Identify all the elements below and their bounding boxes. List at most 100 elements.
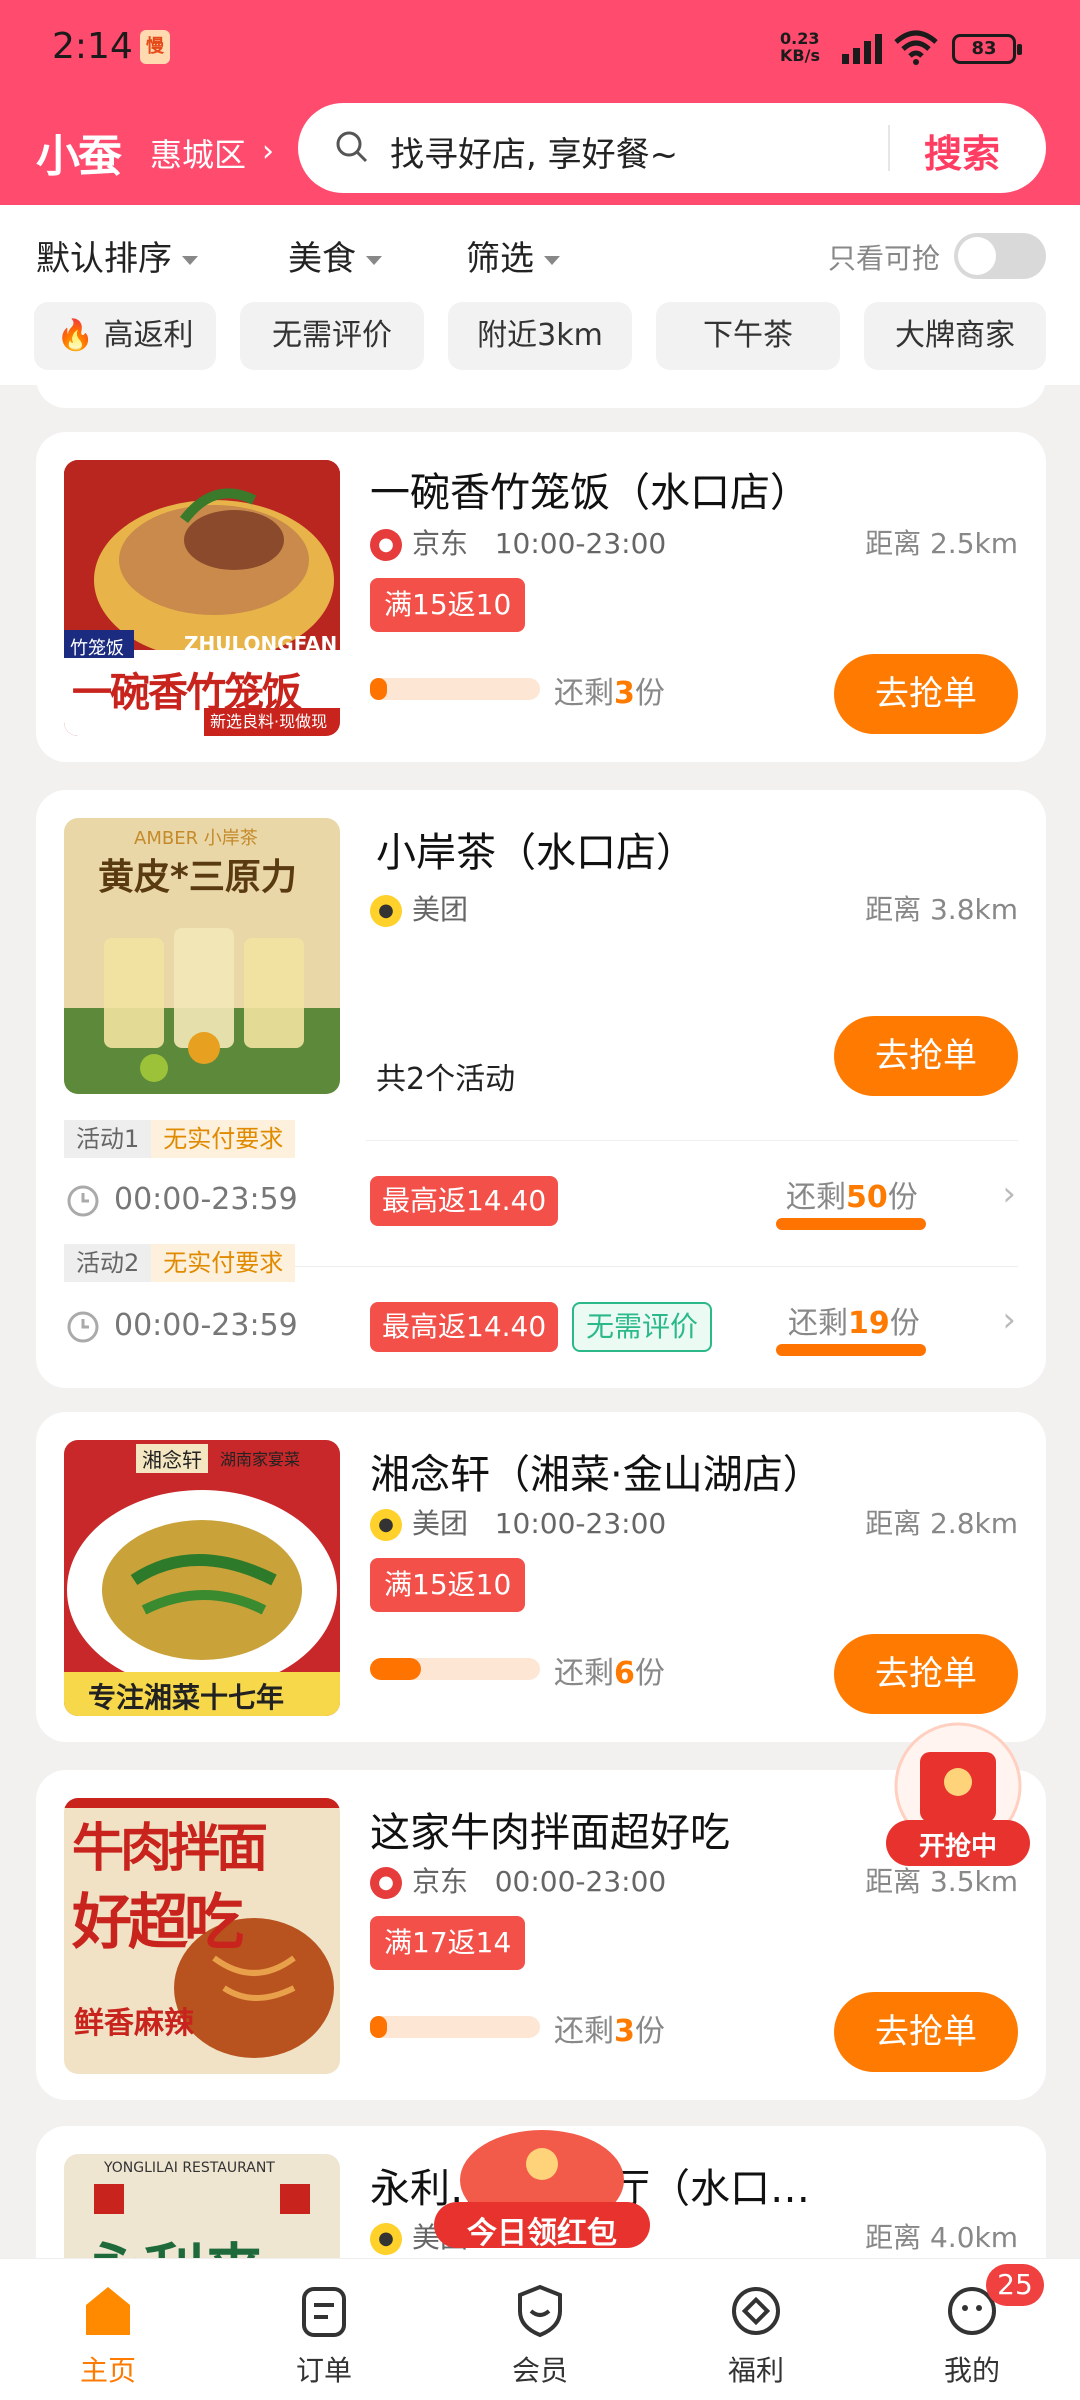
app-screen: 2:14 慢 0.23 KB/s 83 小蚕 惠城区 › 找寻好店, 享好餐~ …: [0, 0, 1080, 2400]
thumb-brand: 湘念轩: [136, 1444, 208, 1473]
status-bar: 2:14 慢 0.23 KB/s 83: [0, 0, 1080, 95]
app-notification-icon: 慢: [140, 30, 170, 64]
activity-progress: [776, 1218, 926, 1230]
chevron-right-icon[interactable]: ›: [1002, 1300, 1016, 1340]
net-speed: 0.23 KB/s: [780, 30, 820, 64]
nav-label: 福利: [727, 2354, 784, 2387]
stock-progress-bar: [370, 2016, 540, 2038]
activity-requirement: 无实付要求: [151, 1244, 296, 1282]
activity-header: 活动2 无实付要求: [64, 1244, 296, 1282]
store-card[interactable]: 湘念轩 湖南家宴菜 专注湘菜十七年 湘念轩（湘菜·金山湖店） ● 美团 10:00…: [36, 1412, 1046, 1742]
activity-hours: 00:00-23:59: [114, 1182, 298, 1217]
daily-redpacket-label: 今日领红包: [467, 2216, 617, 2251]
category-dropdown[interactable]: 美食: [288, 231, 382, 280]
nav-welfare[interactable]: 福利: [648, 2259, 864, 2400]
activity-remaining: 还剩19份: [788, 1298, 920, 1342]
thumb-brand: ZHULONGFAN: [184, 632, 338, 656]
thumb-sub: 湖南家宴菜: [220, 1450, 301, 1469]
activity-header: 活动1 无实付要求: [64, 1120, 296, 1158]
stock-remaining: 还剩3份: [554, 2006, 665, 2050]
nav-member[interactable]: 会员: [432, 2259, 648, 2400]
thumb-slogan: 专注湘菜十七年: [88, 1681, 285, 1714]
top-header: 2:14 慢 0.23 KB/s 83 小蚕 惠城区 › 找寻好店, 享好餐~ …: [0, 0, 1080, 205]
store-name: 湘念轩（湘菜·金山湖店）: [370, 1452, 823, 1498]
store-name: 一碗香竹笼饭（水口店）: [370, 470, 810, 516]
dropdown-caret-icon: [182, 256, 198, 265]
net-speed-unit: KB/s: [780, 46, 820, 65]
nav-orders[interactable]: 订单: [216, 2259, 432, 2400]
thumb-title: 黄皮*三原力: [98, 857, 297, 898]
meituan-icon: ●: [370, 1509, 402, 1541]
thumb-sub: 鲜香麻辣: [74, 2006, 194, 2041]
chip-nearby[interactable]: 附近3km: [448, 302, 632, 370]
app-logo: 小蚕: [36, 131, 122, 182]
grab-order-button[interactable]: 去抢单: [834, 654, 1018, 734]
grab-now-float[interactable]: 开抢中: [880, 1720, 1036, 1876]
jd-icon: ●: [370, 1867, 402, 1899]
diamond-icon: [732, 2287, 780, 2335]
grab-order-button[interactable]: 去抢单: [834, 1634, 1018, 1714]
city-selector[interactable]: 惠城区: [150, 130, 246, 176]
distance: 距离 4.0km: [865, 2221, 1018, 2254]
store-thumbnail: 竹笼饭 ZHULONGFAN 一碗香竹笼饭 新选良料·现做现卖: [64, 460, 340, 736]
activity-label: 活动1: [64, 1120, 152, 1158]
activity-hours: 00:00-23:59: [114, 1308, 298, 1343]
search-input[interactable]: 找寻好店, 享好餐~: [390, 127, 678, 176]
clock-icon: [67, 1185, 99, 1217]
food-image: [64, 1440, 340, 1716]
stock-progress-bar: [370, 678, 540, 700]
rebate-tag: 满15返10: [370, 1558, 526, 1612]
chevron-right-icon[interactable]: ›: [1002, 1174, 1016, 1214]
distance: 距离 2.8km: [865, 1507, 1018, 1540]
stock-remaining: 还剩3份: [554, 668, 665, 712]
nav-me[interactable]: 我的: [864, 2259, 1080, 2400]
activity-label: 活动2: [64, 1244, 152, 1282]
search-button[interactable]: 搜索: [924, 123, 1000, 178]
chip-big-brand[interactable]: 大牌商家: [864, 302, 1046, 370]
store-card[interactable]: 竹笼饭 ZHULONGFAN 一碗香竹笼饭 新选良料·现做现卖 一碗香竹笼饭（水…: [36, 432, 1046, 762]
platform-info: ● 美团 10:00-23:00: [370, 1502, 666, 1542]
search-box[interactable]: 找寻好店, 享好餐~ 搜索: [298, 103, 1046, 193]
store-thumbnail: 湘念轩 湖南家宴菜 专注湘菜十七年: [64, 1440, 340, 1716]
no-review-tag: 无需评价: [572, 1302, 713, 1352]
progress-fill: [370, 2016, 387, 2038]
progress-fill: [370, 678, 387, 700]
nav-label: 会员: [511, 2354, 568, 2387]
nav-label: 主页: [79, 2354, 136, 2387]
clock-icon: [67, 1311, 99, 1343]
chip-high-rebate[interactable]: 🔥 高返利: [34, 302, 216, 370]
activity-remaining: 还剩50份: [786, 1172, 918, 1216]
remain-suffix: 份: [634, 2014, 665, 2049]
previous-card-edge: [36, 372, 1046, 408]
grab-now-label: 开抢中: [918, 1832, 997, 1862]
platform-info: ● 京东 10:00-23:00: [370, 522, 666, 562]
chip-no-review[interactable]: 无需评价: [240, 302, 424, 370]
sort-dropdown[interactable]: 默认排序: [36, 231, 198, 280]
shield-icon: [518, 2284, 562, 2338]
remain-prefix: 还剩: [554, 676, 614, 711]
grab-order-button[interactable]: 去抢单: [834, 1992, 1018, 2072]
opening-hours: 10:00-23:00: [494, 1507, 667, 1540]
screen-dropdown[interactable]: 筛选: [466, 231, 560, 280]
signal-icon: [842, 34, 882, 64]
fire-icon: 🔥: [56, 318, 94, 353]
remain-count: 6: [614, 1656, 635, 1691]
home-icon: [86, 2287, 130, 2335]
dropdown-caret-icon: [366, 256, 382, 265]
chip-label: 高返利: [103, 318, 194, 353]
store-card[interactable]: AMBER 小岸茶 黄皮*三原力 小岸茶（水口店） ● 美团 距离 3.8km 共…: [36, 790, 1046, 1388]
chip-afternoon-tea[interactable]: 下午茶: [656, 302, 840, 370]
remain-suffix: 份: [634, 1656, 665, 1691]
stock-progress-bar: [370, 1658, 540, 1680]
rebate-tag: 满15返10: [370, 578, 526, 632]
thumb-tag: 竹笼饭: [70, 638, 124, 659]
remain-suffix: 份: [889, 1306, 920, 1341]
thumb-title: 牛肉拌面: [72, 1819, 268, 1879]
chevron-right-icon[interactable]: ›: [262, 134, 274, 169]
grab-order-button[interactable]: 去抢单: [834, 1016, 1018, 1096]
daily-redpacket-float[interactable]: 今日领红包: [428, 2124, 656, 2254]
store-thumbnail: 牛肉拌面 好超吃 鲜香麻辣: [64, 1798, 340, 2074]
nav-home[interactable]: 主页: [0, 2259, 216, 2400]
only-available-toggle[interactable]: [954, 233, 1046, 279]
thumb-title-2: 好超吃: [72, 1888, 244, 1958]
